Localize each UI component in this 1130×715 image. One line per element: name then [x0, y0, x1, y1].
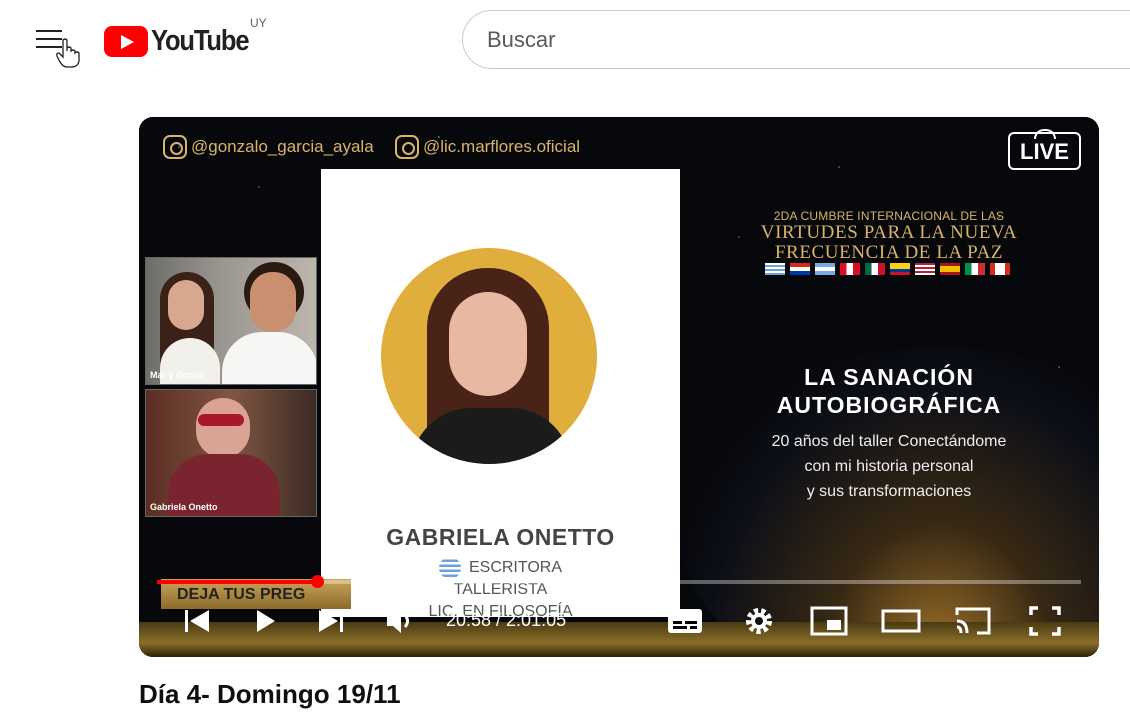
webcam-label: Gabriela Onetto [150, 502, 218, 512]
webcam-gabriela-onetto: Gabriela Onetto [145, 389, 317, 517]
cast-icon[interactable] [951, 597, 995, 645]
talk-title: AUTOBIOGRÁFICA [776, 392, 1002, 418]
video-player[interactable]: @gonzalo_garcia_ayala @lic.marflores.ofi… [139, 117, 1099, 657]
miniplayer-icon[interactable] [807, 597, 851, 645]
summit-line: VIRTUDES PARA LA NUEVA [760, 222, 1018, 243]
talk-subtitle-line: y sus transformaciones [806, 483, 972, 500]
settings-gear-icon[interactable] [737, 597, 781, 645]
next-icon[interactable] [311, 597, 351, 645]
search-box[interactable] [462, 10, 1130, 69]
summit-line: FRECUENCIA DE LA PAZ [774, 242, 1004, 263]
masthead: YouTube UY [0, 0, 1130, 80]
instagram-handle-text: @gonzalo_garcia_ayala [191, 137, 374, 156]
youtube-play-icon [104, 25, 148, 57]
previous-icon[interactable] [179, 597, 219, 645]
volume-icon[interactable] [379, 597, 423, 645]
instagram-handle-2: @lic.marflores.oficial [395, 135, 580, 159]
speaker-name: GABRIELA ONETTO [386, 524, 615, 550]
instagram-handle-text: @lic.marflores.oficial [423, 137, 581, 156]
subtitles-icon[interactable] [663, 597, 707, 645]
talk-subtitle-line: 20 años del taller Conectándome [771, 433, 1007, 450]
webcam-mar-y-gonza: Mar y Gonza [145, 257, 317, 385]
live-badge: LIVE [1008, 132, 1081, 170]
menu-button[interactable] [34, 26, 84, 68]
summit-line: 2DA CUMBRE INTERNACIONAL DE LAS [773, 209, 1005, 223]
speaker-card: GABRIELA ONETTO ESCRITORA TALLERISTA LIC… [321, 169, 680, 620]
time-display: 20:58 / 2:01:05 [446, 610, 567, 630]
logo-text: YouTube [151, 24, 250, 57]
country-flags [765, 263, 1010, 275]
uruguay-flag-icon [438, 557, 461, 579]
search-input[interactable] [487, 25, 1087, 55]
instagram-icon [163, 135, 187, 159]
fullscreen-icon[interactable] [1023, 597, 1067, 645]
speaker-photo [381, 248, 597, 464]
progress-played [157, 580, 317, 584]
instagram-icon [395, 135, 419, 159]
video-title: Día 4- Domingo 19/11 [139, 679, 401, 709]
theater-mode-icon[interactable] [879, 597, 923, 645]
play-icon[interactable] [245, 597, 285, 645]
speaker-role: ESCRITORA [468, 559, 563, 577]
progress-scrubber[interactable] [310, 575, 324, 588]
talk-title: LA SANACIÓN [804, 364, 974, 390]
youtube-logo[interactable]: YouTube UY [104, 16, 274, 58]
summit-title: 2DA CUMBRE INTERNACIONAL DE LAS VIRTUDES… [699, 209, 1079, 263]
talk-subtitle: 20 años del taller Conectándome con mi h… [699, 429, 1079, 504]
talk-subtitle-line: con mi historia personal [804, 458, 974, 475]
instagram-handle-1: @gonzalo_garcia_ayala [163, 135, 374, 159]
player-controls: 20:58 / 2:01:05 [139, 597, 1099, 647]
country-code: UY [250, 16, 267, 30]
talk-title-block: LA SANACIÓN AUTOBIOGRÁFICA 20 años del t… [699, 363, 1079, 504]
hand-cursor-icon [56, 38, 80, 68]
webcam-label: Mar y Gonza [150, 370, 204, 380]
